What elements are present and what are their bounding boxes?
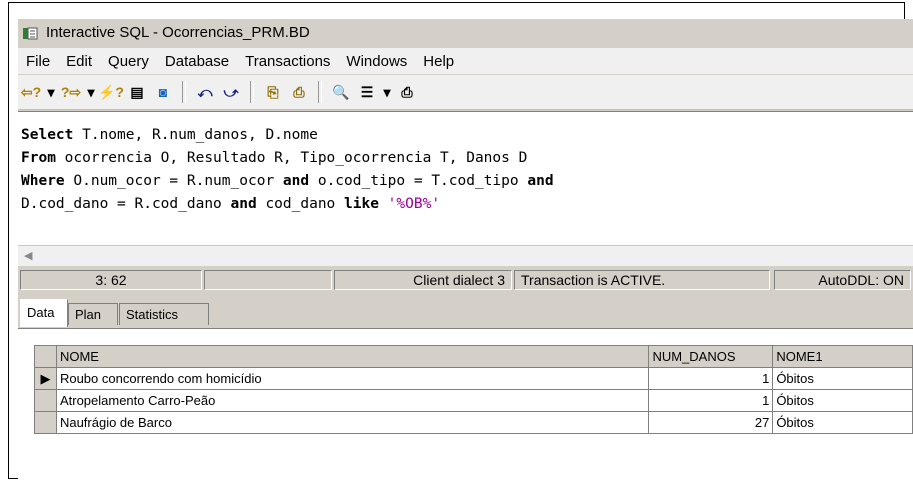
cell-nome1[interactable]: Óbitos bbox=[772, 411, 913, 434]
rollback-icon[interactable]: ◙ bbox=[150, 80, 176, 104]
result-tabs: Data Plan Statistics bbox=[18, 299, 913, 329]
client-dialect-status: Client dialect 3 bbox=[334, 270, 512, 290]
menu-windows[interactable]: Windows bbox=[338, 53, 415, 70]
print-icon[interactable]: ⎙ bbox=[394, 80, 420, 104]
menu-help[interactable]: Help bbox=[415, 53, 462, 70]
sql-editor[interactable]: Select T.nome, R.num_danos, D.nome From … bbox=[18, 111, 913, 260]
redo-icon[interactable]: ⤻ bbox=[218, 80, 244, 104]
options-dropdown-icon[interactable]: ▾ bbox=[380, 80, 394, 104]
tab-data[interactable]: Data bbox=[20, 299, 68, 327]
paste-icon[interactable]: ⎙ bbox=[286, 80, 312, 104]
table-row[interactable]: Atropelamento Carro-Peão 1 Óbitos bbox=[34, 389, 913, 412]
menu-bar: File Edit Query Database Transactions Wi… bbox=[18, 48, 913, 74]
sql-text[interactable]: Select T.nome, R.num_danos, D.nome From … bbox=[21, 124, 554, 216]
results-grid[interactable]: NOME NUM_DANOS NOME1 ▶ Roubo concorrendo… bbox=[34, 345, 913, 434]
row-indicator bbox=[34, 411, 57, 434]
current-row-indicator-icon: ▶ bbox=[34, 367, 57, 390]
sql-keyword: Select bbox=[21, 127, 74, 143]
column-header-num-danos[interactable]: NUM_DANOS bbox=[648, 345, 774, 368]
sql-text-segment: O.num_ocor = R.num_ocor bbox=[64, 173, 283, 189]
toolbar-separator bbox=[318, 81, 322, 103]
cell-nome1[interactable]: Óbitos bbox=[772, 367, 913, 390]
sql-text-segment: D.cod_dano = R.cod_dano bbox=[21, 196, 231, 212]
sql-keyword: and bbox=[230, 196, 257, 212]
next-query-button[interactable]: ?⇨ bbox=[58, 80, 84, 104]
menu-edit[interactable]: Edit bbox=[58, 53, 100, 70]
column-header-nome[interactable]: NOME bbox=[55, 345, 650, 368]
options-icon[interactable]: ☰ bbox=[354, 80, 380, 104]
undo-icon[interactable]: ⤺ bbox=[192, 80, 218, 104]
sql-text-segment: ocorrencia O, Resultado R, Tipo_ocorrenc… bbox=[55, 150, 528, 166]
row-indicator-header bbox=[34, 345, 57, 368]
toolbar-separator bbox=[250, 81, 254, 103]
sql-text-segment: T.nome, R.num_danos, D.nome bbox=[73, 127, 318, 143]
menu-database[interactable]: Database bbox=[157, 53, 237, 70]
menu-transactions[interactable]: Transactions bbox=[237, 53, 338, 70]
sql-text-segment: o.cod_tipo = T.cod_tipo bbox=[309, 173, 528, 189]
previous-query-button[interactable]: ⇦? bbox=[18, 80, 44, 104]
table-row[interactable]: Naufrágio de Barco 27 Óbitos bbox=[34, 411, 913, 434]
sql-keyword: like bbox=[344, 196, 379, 212]
autoddl-status: AutoDDL: ON bbox=[774, 270, 911, 290]
sql-keyword: From bbox=[21, 150, 56, 166]
database-app-icon bbox=[22, 25, 38, 41]
menu-query[interactable]: Query bbox=[100, 53, 157, 70]
results-grid-area: NOME NUM_DANOS NOME1 ▶ Roubo concorrendo… bbox=[18, 328, 913, 483]
cell-num-danos[interactable]: 1 bbox=[648, 389, 774, 412]
find-icon[interactable]: 🔍 bbox=[328, 80, 354, 104]
sql-string-literal: '%OB%' bbox=[378, 196, 441, 212]
execute-query-button[interactable]: ⚡? bbox=[98, 80, 124, 104]
tab-statistics[interactable]: Statistics bbox=[119, 303, 209, 325]
title-bar: Interactive SQL - Ocorrencias_PRM.BD bbox=[18, 19, 913, 46]
sql-keyword: Where bbox=[21, 173, 65, 189]
previous-dropdown-icon[interactable]: ▾ bbox=[44, 80, 58, 104]
cursor-position: 3: 62 bbox=[20, 270, 202, 290]
toolbar: ⇦? ▾ ?⇨ ▾ ⚡? ▤ ◙ ⤺ ⤻ ⎘ ⎙ 🔍 ☰ ▾ ⎙ bbox=[18, 75, 913, 110]
status-bar: 3: 62 Client dialect 3 Transaction is AC… bbox=[18, 267, 913, 293]
cell-nome1[interactable]: Óbitos bbox=[772, 389, 913, 412]
toolbar-separator bbox=[182, 81, 186, 103]
row-indicator bbox=[34, 389, 57, 412]
table-row[interactable]: ▶ Roubo concorrendo com homicídio 1 Óbit… bbox=[34, 367, 913, 390]
column-header-nome1[interactable]: NOME1 bbox=[772, 345, 913, 368]
commit-icon[interactable]: ▤ bbox=[124, 80, 150, 104]
status-empty-panel bbox=[204, 270, 332, 290]
tab-plan[interactable]: Plan bbox=[68, 303, 118, 325]
sql-keyword: and bbox=[527, 173, 554, 189]
next-dropdown-icon[interactable]: ▾ bbox=[84, 80, 98, 104]
interactive-sql-window: Interactive SQL - Ocorrencias_PRM.BD Fil… bbox=[18, 19, 913, 483]
sql-keyword: and bbox=[282, 173, 310, 189]
cell-nome[interactable]: Roubo concorrendo com homicídio bbox=[55, 367, 650, 390]
editor-horizontal-scrollbar[interactable]: ◀ bbox=[18, 245, 913, 266]
cell-nome[interactable]: Atropelamento Carro-Peão bbox=[55, 389, 650, 412]
cell-num-danos[interactable]: 1 bbox=[648, 367, 774, 390]
copy-icon[interactable]: ⎘ bbox=[260, 80, 286, 104]
cell-num-danos[interactable]: 27 bbox=[648, 411, 774, 434]
scroll-left-icon[interactable]: ◀ bbox=[24, 249, 32, 262]
sql-text-segment: cod_dano bbox=[256, 196, 345, 212]
grid-header-row: NOME NUM_DANOS NOME1 bbox=[34, 345, 913, 368]
transaction-status: Transaction is ACTIVE. bbox=[514, 270, 770, 290]
window-title: Interactive SQL - Ocorrencias_PRM.BD bbox=[46, 24, 310, 41]
menu-file[interactable]: File bbox=[18, 53, 58, 70]
cell-nome[interactable]: Naufrágio de Barco bbox=[55, 411, 650, 434]
